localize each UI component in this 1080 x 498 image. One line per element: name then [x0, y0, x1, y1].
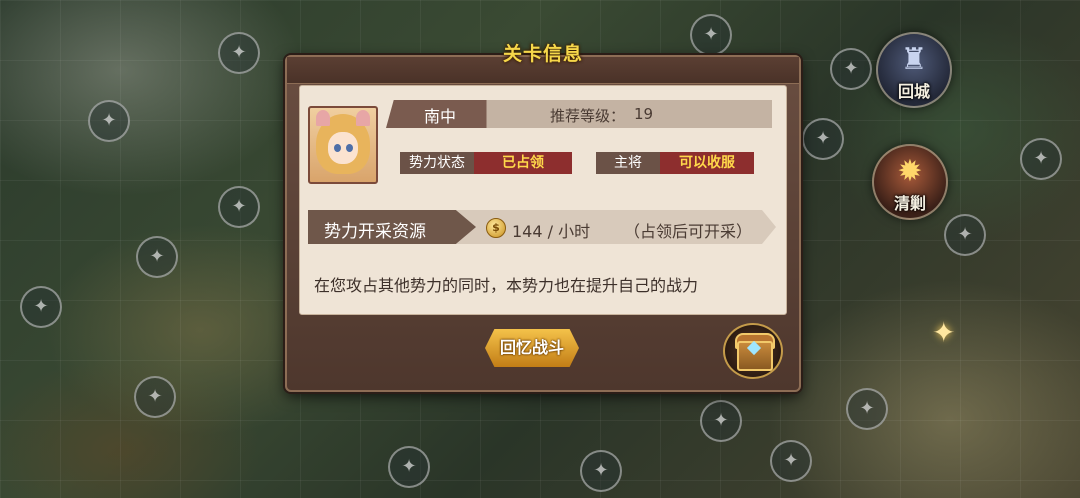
general-label: 主将 — [596, 152, 660, 174]
portrait-face — [328, 132, 358, 164]
resource-amount: 144 / 小时 — [512, 222, 591, 241]
stage-info-dialog: 关卡信息 南中 推荐等级： 19 势力状态 已占领 主将 可以收服 势力开采资源… — [285, 43, 801, 392]
portrait-eye — [346, 144, 353, 152]
map-node[interactable]: ✦ — [218, 186, 260, 228]
recall-battle-button[interactable]: 回忆战斗 — [485, 329, 579, 367]
general-portrait[interactable] — [308, 106, 378, 184]
faction-state-value: 已占领 — [474, 152, 572, 174]
map-node[interactable]: ✦ — [134, 376, 176, 418]
info-panel: 南中 推荐等级： 19 势力状态 已占领 主将 可以收服 势力开采资源 $ 14… — [299, 85, 787, 315]
resource-title: 势力开采资源 — [324, 222, 426, 242]
map-node[interactable]: ✦ — [846, 388, 888, 430]
map-node[interactable]: ✦ — [580, 450, 622, 492]
map-node[interactable]: ✦ — [1020, 138, 1062, 180]
purge-button[interactable]: ✹ 清剿 — [872, 144, 948, 220]
map-node[interactable]: ✦ — [136, 236, 178, 278]
sparkle-icon: ✦ — [932, 316, 956, 349]
map-node[interactable]: ✦ — [388, 446, 430, 488]
description-text: 在您攻占其他势力的同时，本势力也在提升自己的战力 — [314, 276, 699, 295]
coin-icon: $ — [486, 218, 506, 238]
map-node[interactable]: ✦ — [20, 286, 62, 328]
faction-state-label: 势力状态 — [400, 152, 474, 174]
faction-name: 南中 — [424, 107, 457, 126]
recommended-level-label: 推荐等级： — [550, 107, 626, 125]
castle-icon: ♜ — [900, 42, 928, 77]
dialog-title: 关卡信息 — [502, 43, 583, 65]
map-node[interactable]: ✦ — [802, 118, 844, 160]
portrait-ear — [356, 110, 370, 126]
map-node[interactable]: ✦ — [700, 400, 742, 442]
portrait-eye — [334, 144, 341, 152]
portrait-ear — [316, 110, 330, 126]
resource-note: （占领后可开采） — [624, 222, 753, 241]
map-node[interactable]: ✦ — [88, 100, 130, 142]
treasure-icon: ✹ — [897, 154, 923, 189]
general-status-value: 可以收服 — [660, 152, 754, 174]
map-node[interactable]: ✦ — [218, 32, 260, 74]
purge-label: 清剿 — [893, 194, 926, 213]
reward-chest-button[interactable] — [723, 323, 783, 379]
return-city-label: 回城 — [897, 82, 930, 101]
recommended-level-value: 19 — [634, 105, 654, 123]
map-node[interactable]: ✦ — [944, 214, 986, 256]
return-city-button[interactable]: ♜ 回城 — [876, 32, 952, 108]
map-node[interactable]: ✦ — [770, 440, 812, 482]
map-node[interactable]: ✦ — [830, 48, 872, 90]
